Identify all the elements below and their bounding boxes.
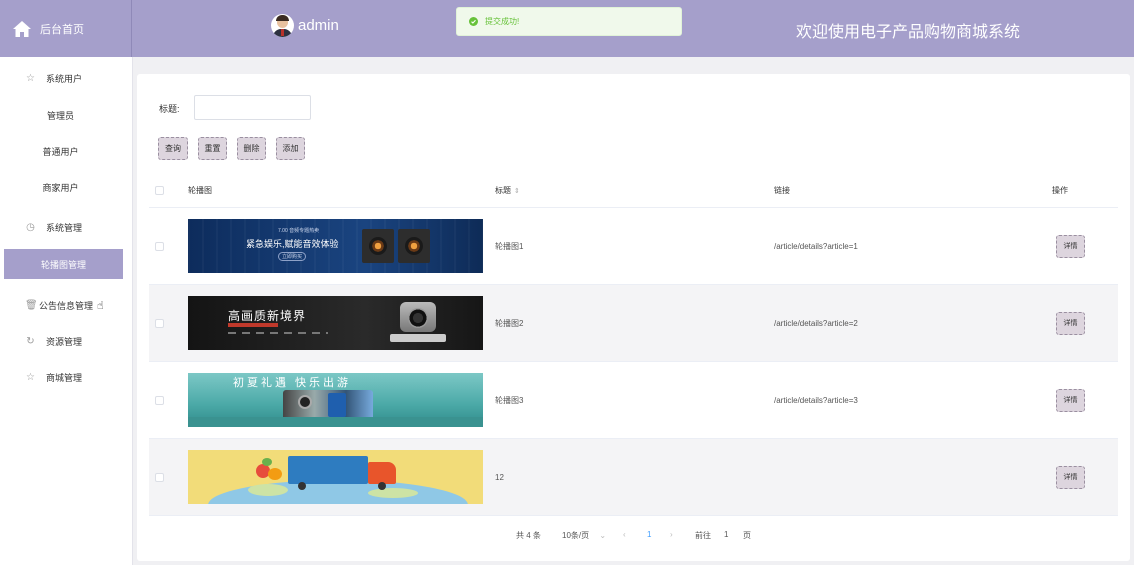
row-title: 12 [495, 472, 504, 482]
row-checkbox[interactable] [155, 395, 164, 405]
sidebar-item-announcements[interactable]: 🗑 公告信息管理 ☝ [0, 290, 133, 320]
sidebar-item-admin[interactable]: 管理员 [0, 100, 133, 130]
row-checkbox[interactable] [155, 318, 164, 328]
query-button[interactable]: 查询 [158, 137, 188, 160]
sidebar-item-label: 轮播图管理 [40, 259, 86, 270]
carousel-image: 7.00 音频专题热卖 紧急娱乐,赋能音效体验 立即购买 [188, 219, 483, 273]
table-row: 7.00 音频专题热卖 紧急娱乐,赋能音效体验 立即购买 轮播图1 /artic… [149, 208, 1118, 285]
refresh-icon: ↻ [26, 335, 35, 347]
home-icon [13, 20, 31, 37]
sidebar-item-system-management[interactable]: ◷ 系统管理 [0, 212, 133, 242]
check-circle-icon [469, 17, 478, 26]
table-row: 初夏礼遇 快乐出游 轮播图3 /article/details?article=… [149, 362, 1118, 439]
row-checkbox[interactable] [155, 241, 164, 251]
banner-tag: 立即购买 [278, 252, 307, 261]
pagination-total: 共 4 条 [516, 531, 541, 540]
reset-button[interactable]: 重置 [198, 137, 227, 160]
row-title: 轮播图2 [495, 318, 524, 328]
home-link[interactable]: 后台首页 [0, 0, 132, 57]
select-all-checkbox[interactable] [155, 186, 164, 195]
sidebar-item-merchant-users[interactable]: 商家用户 [0, 172, 133, 202]
row-title: 轮播图3 [495, 395, 524, 405]
column-header-actions: 操作 [1052, 186, 1068, 195]
clock-icon: ◷ [26, 221, 35, 233]
page-suffix: 页 [743, 531, 751, 540]
next-page-icon[interactable]: › [670, 530, 673, 539]
column-header-label: 标题 [495, 186, 511, 195]
table-header: 轮播图 标题 ⇕ 链接 操作 [149, 174, 1118, 208]
row-link: /article/details?article=2 [774, 318, 858, 328]
sidebar-item-normal-users[interactable]: 普通用户 [0, 136, 133, 166]
banner-headline: 初夏礼遇 快乐出游 [233, 377, 352, 389]
sidebar: ☆ 系统用户 管理员 普通用户 商家用户 ◷ 系统管理 轮播图管理 🗑 公告信息… [0, 57, 133, 565]
chevron-down-icon: ⌄ [599, 531, 607, 540]
column-header-image: 轮播图 [188, 186, 212, 195]
username: admin [298, 17, 339, 34]
user-info[interactable]: admin [271, 14, 339, 37]
success-toast: 提交成功! [456, 7, 682, 36]
sidebar-item-label: 系统用户 [46, 73, 83, 84]
sidebar-item-label: 资源管理 [46, 336, 83, 347]
star-icon: ☆ [26, 371, 35, 383]
delete-button[interactable]: 删除 [237, 137, 266, 160]
banner-headline: 高画质新境界 [228, 309, 307, 323]
sidebar-item-label: 管理员 [46, 110, 74, 121]
add-button[interactable]: 添加 [276, 137, 305, 160]
carousel-image: 初夏礼遇 快乐出游 [188, 373, 483, 427]
banner-caption: 7.00 音频专题热卖 [278, 228, 320, 234]
sort-icon[interactable]: ⇕ [514, 187, 520, 195]
sidebar-item-label: 商城管理 [46, 372, 83, 383]
sidebar-item-mall[interactable]: ☆ 商城管理 [0, 362, 133, 392]
system-title: 欢迎使用电子产品购物商城系统 [796, 24, 1021, 41]
carousel-table: 轮播图 标题 ⇕ 链接 操作 7.00 音频专题热卖 紧急娱乐,赋能音效体验 立… [149, 174, 1118, 516]
carousel-image: 高画质新境界 [188, 296, 483, 350]
avatar [271, 14, 294, 37]
sidebar-item-label: 公告信息管理 [39, 300, 94, 311]
goto-page-input[interactable]: 1 [724, 530, 728, 539]
row-checkbox[interactable] [155, 472, 164, 482]
trash-icon: 🗑 [25, 299, 38, 311]
table-row: 12 详情 [149, 439, 1118, 516]
column-header-link: 链接 [774, 186, 790, 195]
row-title: 轮播图1 [495, 241, 524, 251]
pagination: 共 4 条 10条/页 ⌄ ‹ 1 › 前往 1 页 [137, 530, 1130, 544]
sidebar-item-label: 普通用户 [42, 146, 79, 157]
page-number-current[interactable]: 1 [647, 530, 651, 539]
table-row: 高画质新境界 轮播图2 /article/details?article=2 详… [149, 285, 1118, 362]
sidebar-item-system-users[interactable]: ☆ 系统用户 [0, 63, 133, 93]
search-label: 标题: [159, 104, 180, 114]
sidebar-item-label: 系统管理 [46, 222, 83, 233]
content-card: 标题: 查询 重置 删除 添加 轮播图 标题 ⇕ 链接 操作 7.00 音频专题… [137, 74, 1130, 561]
top-header: 后台首页 admin 提交成功! 欢迎使用电子产品购物商城系统 [0, 0, 1134, 57]
details-button[interactable]: 详情 [1056, 465, 1085, 489]
star-icon: ☆ [26, 72, 35, 84]
sidebar-item-label: 商家用户 [42, 182, 79, 193]
prev-page-icon[interactable]: ‹ [623, 530, 626, 539]
sidebar-item-carousel-management[interactable]: 轮播图管理 [4, 249, 123, 279]
row-link: /article/details?article=3 [774, 395, 858, 405]
home-label: 后台首页 [40, 23, 84, 36]
banner-headline: 紧急娱乐,赋能音效体验 [246, 239, 339, 249]
row-link: /article/details?article=1 [774, 241, 858, 251]
details-button[interactable]: 详情 [1056, 234, 1085, 258]
column-header-title[interactable]: 标题 ⇕ [495, 174, 520, 207]
page-size-select[interactable]: 10条/页 ⌄ [562, 530, 606, 541]
hand-cursor-icon: ☝ [97, 299, 104, 312]
title-search-input[interactable] [194, 95, 311, 120]
goto-label: 前往 [695, 531, 711, 540]
details-button[interactable]: 详情 [1056, 388, 1085, 412]
page-size-label: 10条/页 [562, 531, 590, 540]
carousel-image [188, 450, 483, 504]
sidebar-item-resources[interactable]: ↻ 资源管理 [0, 326, 133, 356]
toast-message: 提交成功! [485, 17, 520, 26]
details-button[interactable]: 详情 [1056, 311, 1085, 335]
